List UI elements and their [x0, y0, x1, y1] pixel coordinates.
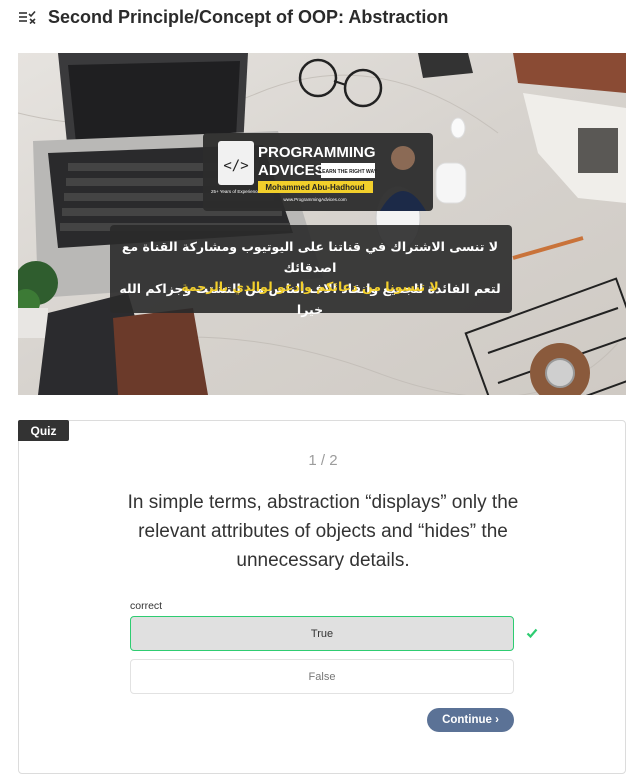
lesson-header: Second Principle/Concept of OOP: Abstrac…	[18, 4, 448, 30]
banner-arabic-message: لا تنسى الاشتراك في قناتنا على اليوتيوب …	[110, 236, 510, 320]
answer-false-button[interactable]: False	[130, 659, 514, 694]
lesson-banner-image: </> PROGRAMMING ADVICES LEARN THE RIGHT …	[18, 53, 626, 395]
lesson-title: Second Principle/Concept of OOP: Abstrac…	[48, 6, 449, 27]
banner-arabic-line1: لا تنسى الاشتراك في قناتنا على اليوتيوب …	[121, 239, 499, 275]
banner-tagline: LEARN THE RIGHT WAY	[319, 169, 378, 175]
banner-brand-line1: PROGRAMMING	[258, 144, 376, 161]
continue-button[interactable]: Continue ›	[427, 708, 514, 732]
feedback-label: correct	[130, 600, 163, 612]
banner-experience: 25+ Years of Experience	[211, 189, 260, 194]
banner-presenter: Mohammed Abu-Hadhoud	[265, 183, 364, 192]
svg-text:</>: </>	[223, 158, 248, 174]
checklist-icon	[19, 10, 36, 24]
banner-website: www.ProgrammingAdvices.com	[283, 197, 347, 202]
question-text: In simple terms, abstraction “displays” …	[127, 492, 519, 571]
quiz-tab: Quiz	[18, 420, 69, 441]
question-counter: 1 / 2	[308, 452, 338, 469]
answer-true-button[interactable]: True	[130, 616, 514, 651]
banner-arabic-line3: لا تنسونا من دعائكم وادعو لوالدي بالرحمة	[181, 279, 439, 294]
quiz-card: 1 / 2 In simple terms, abstraction “disp…	[18, 420, 626, 774]
banner-brand-line2: ADVICES	[258, 162, 325, 179]
check-icon	[526, 628, 538, 639]
